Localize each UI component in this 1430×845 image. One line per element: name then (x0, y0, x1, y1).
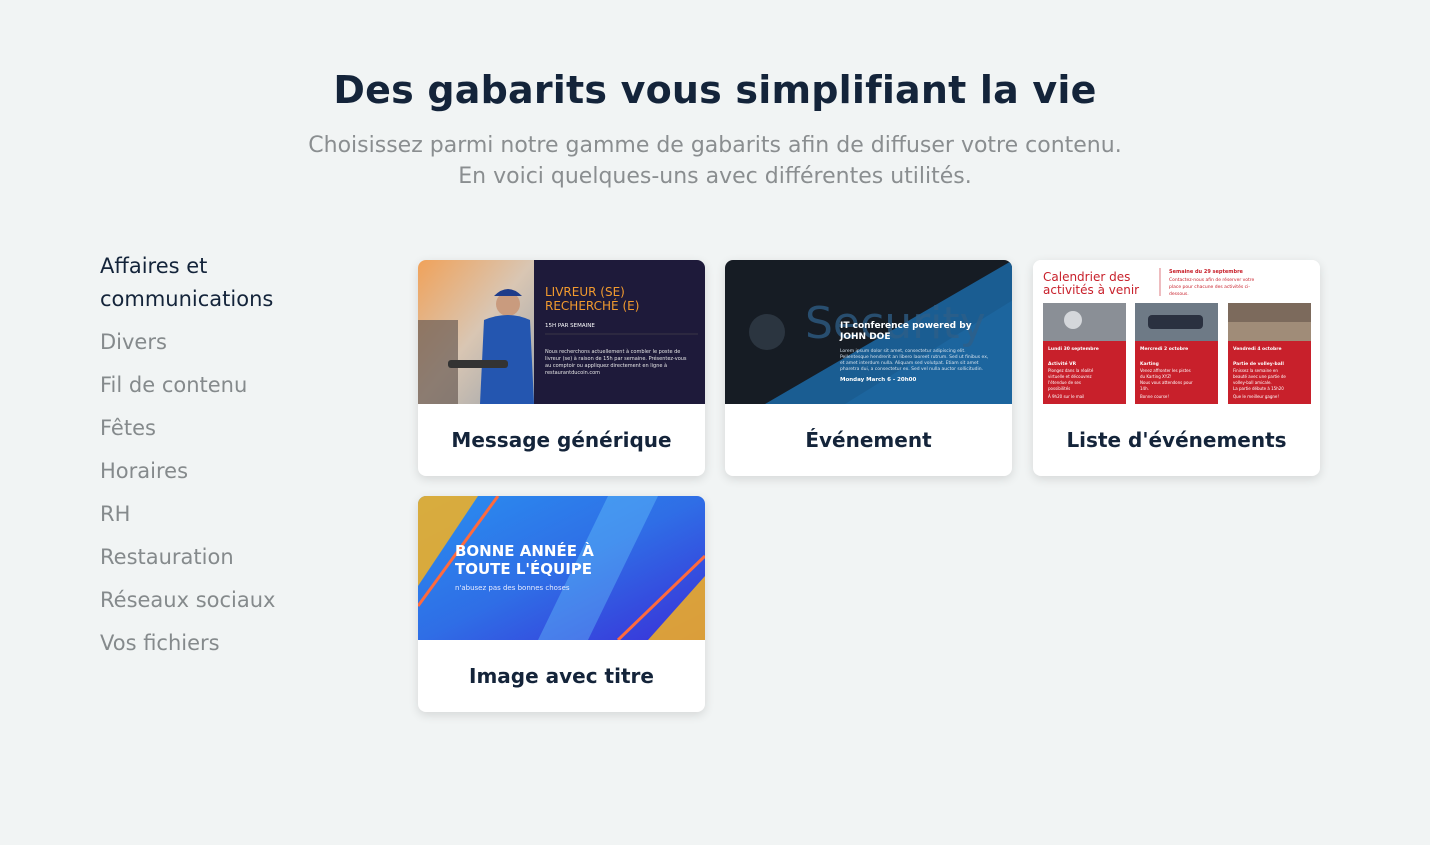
event-list-thumbnail: Calendrier des activités à venir Semaine… (1033, 260, 1320, 404)
svg-text:JOHN DOE: JOHN DOE (839, 332, 890, 342)
template-card-label: Message générique (451, 428, 672, 452)
svg-text:place pour chacune des activit: place pour chacune des activités ci- (1169, 283, 1250, 290)
svg-text:restaurantducoin.com: restaurantducoin.com (545, 370, 600, 376)
svg-text:Karting: Karting (1140, 361, 1159, 367)
svg-text:Contactez-nous afin de réserve: Contactez-nous afin de réserver votre (1169, 276, 1255, 283)
category-divers[interactable]: Divers (100, 326, 360, 359)
category-list: Affaires et communications Divers Fil de… (100, 250, 360, 670)
template-card-liste-evenements[interactable]: Calendrier des activités à venir Semaine… (1033, 260, 1320, 476)
category-horaires[interactable]: Horaires (100, 455, 360, 488)
subtitle-line-2: En voici quelques-uns avec différentes u… (458, 164, 972, 189)
template-card-label: Image avec titre (469, 664, 654, 688)
svg-text:Plongez dans la réalité: Plongez dans la réalité (1048, 368, 1094, 373)
svg-text:TOUTE L'ÉQUIPE: TOUTE L'ÉQUIPE (455, 559, 592, 578)
category-vos-fichiers[interactable]: Vos fichiers (100, 627, 360, 660)
svg-text:À 9h20 sur le mail: À 9h20 sur le mail (1048, 394, 1084, 399)
category-restauration[interactable]: Restauration (100, 541, 360, 574)
new-year-thumbnail: BONNE ANNÉE À TOUTE L'ÉQUIPE n'abusez pa… (418, 496, 705, 640)
template-card-label: Liste d'événements (1066, 428, 1287, 452)
svg-text:Nous recherchons actuellement: Nous recherchons actuellement à combler … (545, 348, 680, 355)
category-fil-de-contenu[interactable]: Fil de contenu (100, 369, 360, 402)
svg-text:Mercredi 2 octobre: Mercredi 2 octobre (1140, 346, 1188, 352)
svg-text:Monday March 6 - 20h00: Monday March 6 - 20h00 (840, 377, 916, 383)
svg-text:Nous vous attendons pour: Nous vous attendons pour (1140, 380, 1193, 385)
svg-text:Lorem ipsum dolor sit amet, co: Lorem ipsum dolor sit amet, consectetur … (840, 348, 966, 354)
svg-text:15H PAR SEMAINE: 15H PAR SEMAINE (545, 323, 595, 329)
svg-text:Pellentesque hendrerit an libe: Pellentesque hendrerit an libero laoreet… (840, 354, 988, 360)
svg-text:Calendrier des: Calendrier des (1043, 270, 1130, 284)
svg-text:14h.: 14h. (1140, 386, 1149, 391)
page-subtitle: Choisissez parmi notre gamme de gabarits… (0, 130, 1430, 192)
conference-thumbnail: Security IT conference powered by JOHN D… (725, 260, 1012, 404)
svg-text:Activité VR: Activité VR (1048, 360, 1077, 367)
svg-text:virtuelle et découvrez: virtuelle et découvrez (1048, 374, 1092, 379)
svg-text:Semaine du 29 septembre: Semaine du 29 septembre (1169, 269, 1244, 275)
svg-text:pharetra dui, a consectetur ex: pharetra dui, a consectetur ex. Sed vel … (840, 366, 983, 372)
template-card-label: Événement (805, 428, 932, 452)
svg-text:volley-ball amicale.: volley-ball amicale. (1233, 380, 1272, 385)
template-thumbnail: Security IT conference powered by JOHN D… (725, 260, 1012, 404)
template-thumbnail: Calendrier des activités à venir Semaine… (1033, 260, 1320, 404)
svg-text:n'abusez pas des bonnes choses: n'abusez pas des bonnes choses (455, 584, 570, 592)
svg-text:au comptoir ou appliquez direc: au comptoir ou appliquez directement en … (545, 362, 667, 369)
svg-text:BONNE ANNÉE À: BONNE ANNÉE À (455, 541, 594, 560)
svg-text:activités à venir: activités à venir (1043, 283, 1139, 297)
category-affaires-et-communications[interactable]: Affaires et communications (100, 250, 300, 316)
svg-text:La partie débute à 15h20: La partie débute à 15h20 (1233, 386, 1284, 391)
svg-text:possibilités: possibilités (1048, 386, 1070, 391)
category-rh[interactable]: RH (100, 498, 360, 531)
svg-text:Vendredi 4 octobre: Vendredi 4 octobre (1233, 346, 1282, 352)
page-title: Des gabarits vous simplifiant la vie (333, 68, 1097, 112)
svg-text:et amet interdum nulla. Aliqua: et amet interdum nulla. Aliquam sed volu… (840, 360, 979, 366)
svg-text:IT conference powered by: IT conference powered by (840, 321, 972, 331)
svg-text:du Karting XYZ!: du Karting XYZ! (1140, 374, 1172, 379)
svg-text:Que le meilleur gagne!: Que le meilleur gagne! (1233, 394, 1279, 399)
svg-text:Venez affronter les pistes: Venez affronter les pistes (1140, 368, 1191, 373)
subtitle-line-1: Choisissez parmi notre gamme de gabarits… (308, 133, 1122, 158)
svg-text:Finissez la semaine en: Finissez la semaine en (1233, 368, 1278, 373)
svg-text:livreur (se) à raison de 15h p: livreur (se) à raison de 15h par semaine… (545, 355, 687, 362)
svg-text:Lundi 30 septembre: Lundi 30 septembre (1048, 346, 1099, 352)
template-card-evenement[interactable]: Security IT conference powered by JOHN D… (725, 260, 1012, 476)
svg-text:beauté avec une partie de: beauté avec une partie de (1233, 374, 1286, 379)
svg-text:dessous.: dessous. (1169, 291, 1189, 297)
template-card-image-avec-titre[interactable]: BONNE ANNÉE À TOUTE L'ÉQUIPE n'abusez pa… (418, 496, 705, 712)
svg-text:RECHERCHÉ (E): RECHERCHÉ (E) (545, 298, 639, 313)
template-thumbnail: LIVREUR (SE) RECHERCHÉ (E) 15H PAR SEMAI… (418, 260, 705, 404)
template-card-message-generique[interactable]: LIVREUR (SE) RECHERCHÉ (E) 15H PAR SEMAI… (418, 260, 705, 476)
svg-text:LIVREUR (SE): LIVREUR (SE) (545, 285, 625, 299)
svg-text:l'étendue de ses: l'étendue de ses (1048, 380, 1081, 385)
svg-text:Partie de volley-ball: Partie de volley-ball (1233, 361, 1284, 367)
template-thumbnail: BONNE ANNÉE À TOUTE L'ÉQUIPE n'abusez pa… (418, 496, 705, 640)
svg-text:Bonne course!: Bonne course! (1140, 394, 1169, 399)
delivery-photo-thumbnail: LIVREUR (SE) RECHERCHÉ (E) 15H PAR SEMAI… (418, 260, 705, 404)
category-fetes[interactable]: Fêtes (100, 412, 360, 445)
category-reseaux-sociaux[interactable]: Réseaux sociaux (100, 584, 360, 617)
